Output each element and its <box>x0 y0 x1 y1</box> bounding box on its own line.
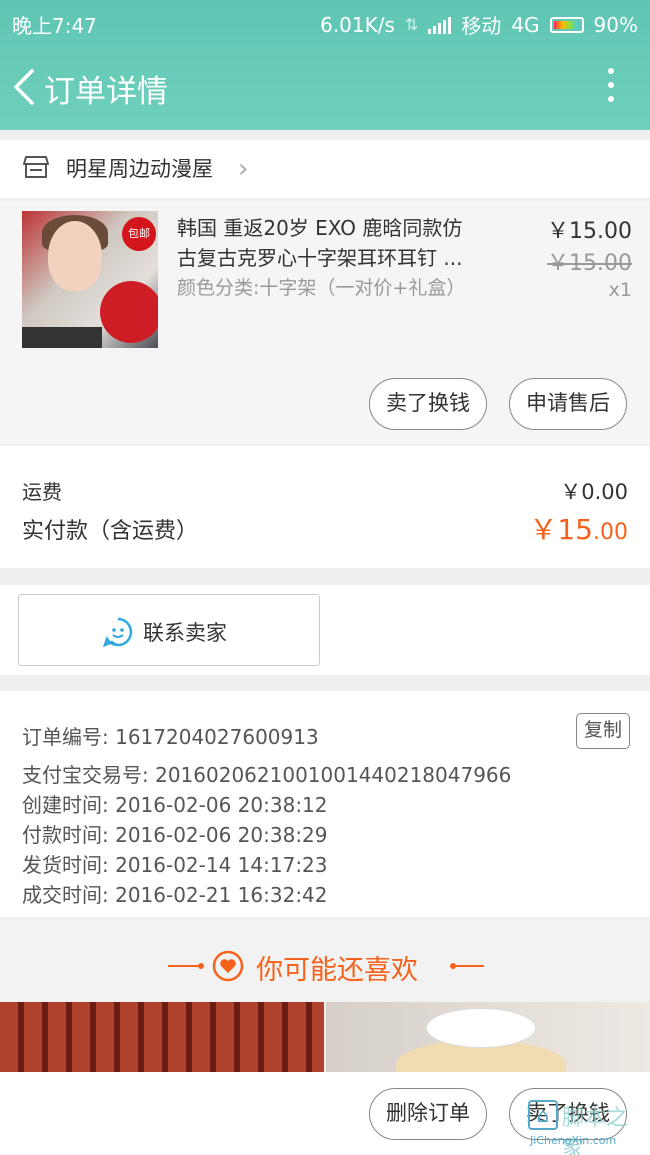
top-bar: 晚上7:47 6.01K/s ⇅ 移动 4G 90% 订单详情 <box>0 0 650 130</box>
product-title[interactable]: 韩国 重返20岁 EXO 鹿晗同款仿 古复古克罗心十字架耳环耳钉 ... <box>177 213 497 273</box>
order-info: 订单编号: 1617204027600913 支付宝交易号: 201602062… <box>0 691 650 917</box>
data-arrows-icon: ⇅ <box>404 15 419 34</box>
order-item: 包邮 韩国 重返20岁 EXO 鹿晗同款仿 古复古克罗心十字架耳环耳钉 ... … <box>0 201 650 444</box>
shop-name: 明星周边动漫屋 <box>66 157 213 181</box>
product-sku: 颜色分类:十字架（一对价+礼盒） <box>177 277 466 299</box>
product-original-price: ￥15.00 <box>547 251 632 276</box>
product-thumbnail[interactable]: 包邮 <box>22 211 158 348</box>
heart-icon <box>212 950 244 982</box>
after-sales-button[interactable]: 申请售后 <box>509 378 627 430</box>
battery-icon <box>549 16 584 33</box>
recommend-product-image[interactable] <box>0 1002 324 1072</box>
more-vertical-icon[interactable] <box>606 68 616 108</box>
shipping-label: 运费 <box>22 480 62 504</box>
alipay-trade-number: 支付宝交易号: 2016020621001001440218047966 <box>22 763 512 787</box>
signal-icon <box>428 16 452 34</box>
shipped-time: 发货时间: 2016-02-14 14:17:23 <box>22 853 328 877</box>
contact-section: 联系卖家 <box>0 585 650 675</box>
paid-time: 付款时间: 2016-02-06 20:38:29 <box>22 823 328 847</box>
resell-button[interactable]: 卖了换钱 <box>369 378 487 430</box>
copy-button[interactable]: 复制 <box>576 713 630 749</box>
created-time: 创建时间: 2016-02-06 20:38:12 <box>22 793 328 817</box>
battery-level: 90% <box>593 12 638 37</box>
divider-left <box>168 965 200 967</box>
paid-label: 实付款（含运费） <box>22 519 199 544</box>
completed-time: 成交时间: 2016-02-21 16:32:42 <box>22 883 328 907</box>
header: 订单详情 <box>0 44 650 130</box>
chevron-right-icon: › <box>238 154 249 184</box>
site-watermark: ⌂ 脚本之家 JiChengXin.com <box>528 1100 646 1155</box>
free-shipping-badge: 包邮 <box>122 217 156 251</box>
product-quantity: x1 <box>608 279 632 301</box>
watermark-logo: ⌂ <box>528 1100 558 1130</box>
contact-seller-label: 联系卖家 <box>143 621 227 645</box>
shipping-value: ￥0.00 <box>560 480 628 504</box>
order-number: 订单编号: 1617204027600913 <box>22 725 319 749</box>
paid-amount: ￥15.00 <box>529 513 628 546</box>
shop-row[interactable]: 明星周边动漫屋 › <box>0 140 650 198</box>
status-time: 晚上7:47 <box>12 14 97 38</box>
network-speed: 6.01K/s <box>320 12 395 37</box>
status-right: 6.01K/s ⇅ 移动 4G 90% <box>320 10 638 39</box>
recommend-title: 你可能还喜欢 <box>256 955 418 986</box>
status-bar: 晚上7:47 6.01K/s ⇅ 移动 4G 90% <box>0 0 650 44</box>
product-price: ￥15.00 <box>547 219 632 244</box>
network-type: 4G <box>511 12 540 37</box>
chevron-left-icon[interactable] <box>12 68 36 106</box>
chat-bubble-icon <box>103 617 133 647</box>
delete-order-button[interactable]: 删除订单 <box>369 1088 487 1140</box>
bottom-action-bar: 删除订单 卖了换钱 ⌂ 脚本之家 JiChengXin.com <box>0 1072 650 1155</box>
page-title: 订单详情 <box>44 74 168 110</box>
store-icon <box>23 156 49 178</box>
contact-seller-button[interactable]: 联系卖家 <box>18 594 320 666</box>
carrier-name: 移动 <box>461 14 502 38</box>
recommend-header: 你可能还喜欢 <box>0 920 650 1002</box>
fee-summary: 运费 ￥0.00 实付款（含运费） ￥15.00 <box>0 446 650 568</box>
divider-right <box>452 965 484 967</box>
recommend-product-image[interactable] <box>326 1002 650 1090</box>
